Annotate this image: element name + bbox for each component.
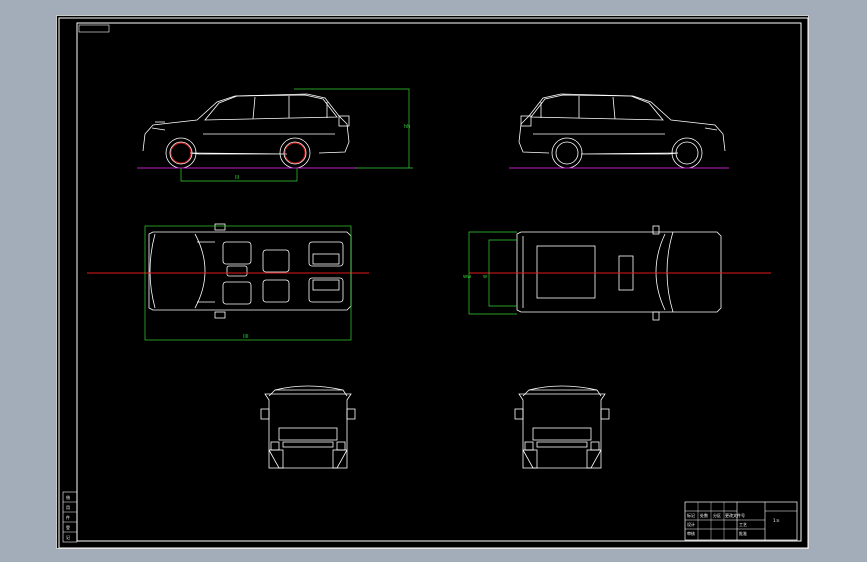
front-view-left: [260, 385, 356, 469]
top-width-dim: ww: [463, 274, 471, 280]
left-margin-table: 借 用 件 登 记: [62, 491, 78, 543]
margin-cell-3: 件: [66, 514, 70, 520]
revision-header-1: 标记: [687, 512, 695, 518]
top-length-dim: llll: [243, 334, 249, 340]
cad-drawing-sheet: hh lll llll ww w 借 用 件 登 记 标记 处数 分区 更改文件…: [56, 15, 809, 549]
row-label-3: 工艺: [739, 522, 747, 527]
drawing-number-box: [78, 24, 110, 33]
scale-label: 1:n: [773, 518, 780, 523]
revision-header-4: 更改文件号: [725, 512, 745, 518]
row-label-1: 设计: [687, 521, 695, 527]
vehicle-layout-drawing: hh lll llll ww w 借 用 件 登 记 标记 处数 分区 更改文件…: [58, 17, 809, 549]
row-label-2: 审核: [687, 530, 695, 536]
top-view-dim-box: [144, 225, 352, 341]
side-view-right: [518, 93, 726, 169]
title-block: 标记 处数 分区 更改文件号 设计 审核 工艺 批准 1:n: [684, 501, 798, 541]
top-width-inner-dim: w: [483, 274, 487, 280]
margin-cell-2: 用: [66, 505, 70, 510]
inner-frame: [76, 22, 802, 542]
outer-frame: [58, 17, 809, 549]
side-height-dim: hh: [404, 124, 410, 130]
front-wheel-center-mark: [170, 142, 192, 164]
margin-cell-5: 记: [66, 534, 70, 540]
row-label-4: 批准: [739, 530, 747, 536]
margin-cell-1: 借: [66, 494, 70, 500]
top-view-seats: [148, 223, 352, 319]
rear-wheel-center-mark: [284, 142, 306, 164]
side-length-dim: lll: [235, 175, 239, 181]
side-view-left: [142, 93, 350, 169]
revision-header-2: 处数: [700, 512, 708, 518]
front-view-right: [514, 385, 610, 469]
margin-cell-4: 登: [66, 524, 70, 530]
revision-header-3: 分区: [713, 512, 721, 518]
